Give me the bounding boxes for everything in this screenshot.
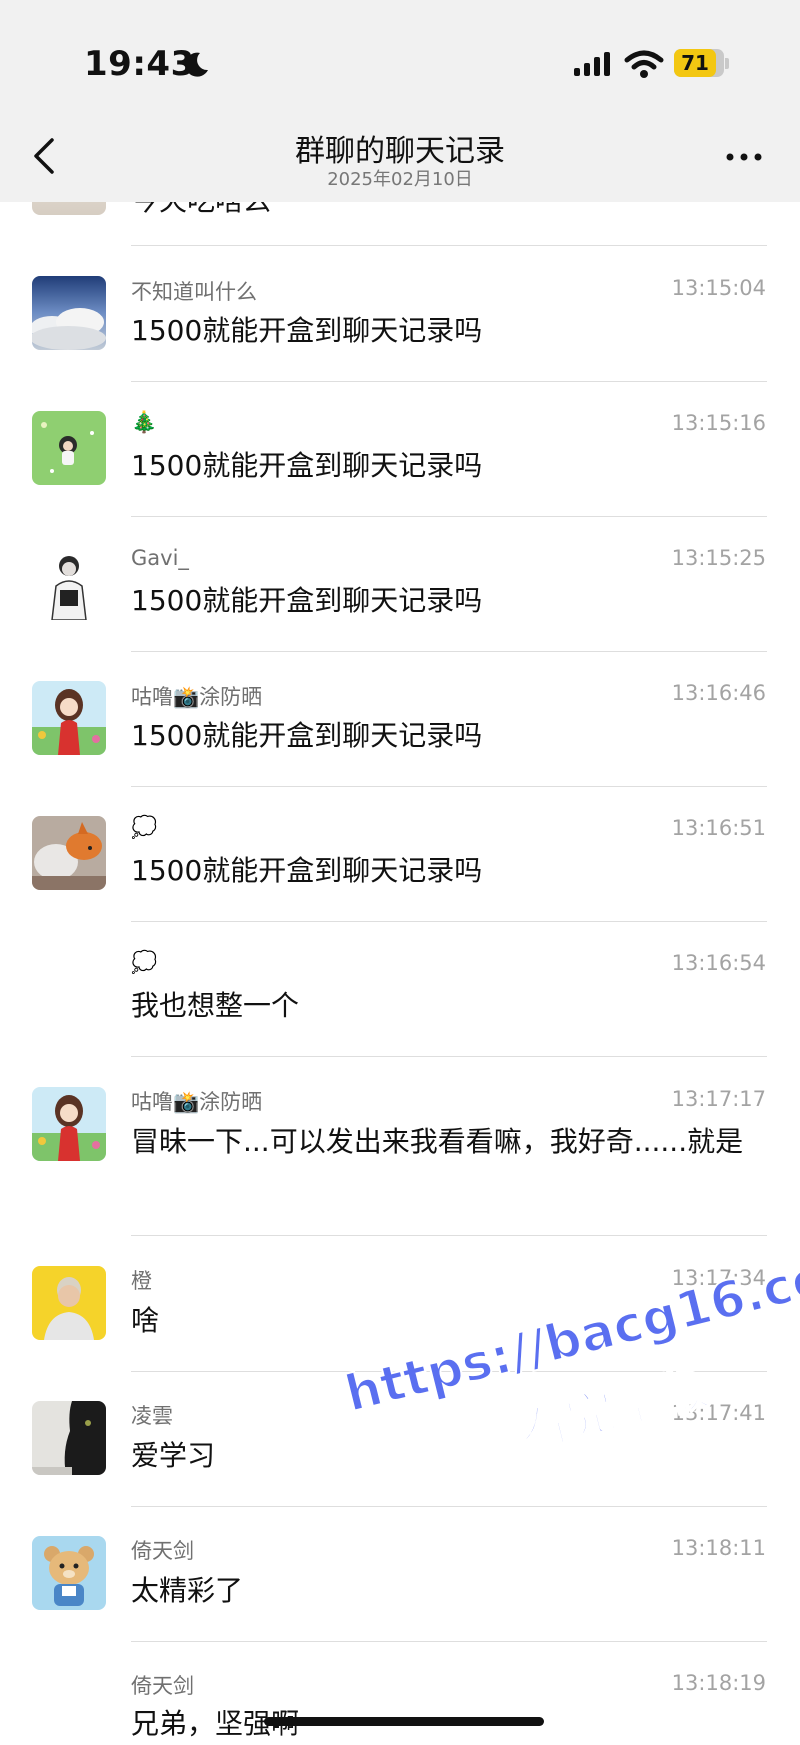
- message-time: 13:18:11: [671, 1536, 766, 1560]
- message-time: 13:15:16: [671, 411, 766, 435]
- divider: [131, 1506, 767, 1507]
- status-time: 19:43: [84, 44, 195, 84]
- divider: [131, 1235, 767, 1236]
- message-text: 1500就能开盒到聊天记录吗: [131, 854, 483, 887]
- avatar-anime-girl[interactable]: [32, 1087, 106, 1161]
- divider: [131, 651, 767, 652]
- battery-indicator: 71: [674, 49, 730, 79]
- more-options-icon[interactable]: [724, 150, 764, 164]
- sender-name: 🎄: [131, 410, 158, 434]
- sender-name: 倚天剑: [131, 1674, 194, 1698]
- sender-name: 凌雲: [131, 1404, 173, 1428]
- divider: [131, 1056, 767, 1057]
- avatar-black-cat[interactable]: [32, 1401, 106, 1475]
- message-text: 冒昧一下...可以发出来我看看嘛，我好奇......就是: [131, 1125, 744, 1158]
- page-date: 2025年02月10日: [327, 169, 473, 190]
- moon-icon: [185, 52, 208, 77]
- avatar-man-portrait[interactable]: [32, 546, 106, 620]
- sender-name: 💭: [131, 815, 158, 839]
- divider: [131, 921, 767, 922]
- sender-name: 橙: [131, 1269, 152, 1293]
- message-time: 13:16:51: [671, 816, 766, 840]
- avatar-clouds[interactable]: [32, 276, 106, 350]
- message-text: 太精彩了: [131, 1574, 244, 1607]
- avatar-anime-girl[interactable]: [32, 681, 106, 755]
- divider: [131, 245, 767, 246]
- sender-name: 咕噜📸涂防晒: [131, 685, 263, 709]
- divider: [131, 381, 767, 382]
- sender-name: Gavi_: [131, 546, 189, 570]
- avatar-dog-cat[interactable]: [32, 816, 106, 890]
- divider: [131, 1641, 767, 1642]
- avatar-girl-meadow[interactable]: [32, 411, 106, 485]
- message-text: 1500就能开盒到聊天记录吗: [131, 719, 483, 752]
- battery-level: 71: [674, 49, 716, 77]
- wifi-icon: [624, 50, 664, 78]
- message-time: 13:16:54: [671, 951, 766, 975]
- divider: [131, 516, 767, 517]
- message-time: 13:16:46: [671, 681, 766, 705]
- message-text: 我也想整一个: [131, 989, 300, 1022]
- message-time: 13:15:04: [671, 276, 766, 300]
- sender-name: 倚天剑: [131, 1539, 194, 1563]
- page-title: 群聊的聊天记录: [295, 134, 505, 169]
- sender-name: 咕噜📸涂防晒: [131, 1090, 263, 1114]
- message-time: 13:15:25: [671, 546, 766, 570]
- message-text: 1500就能开盒到聊天记录吗: [131, 584, 483, 617]
- navigation-header: 19:43 71 群聊的聊天记录 2025年02月10日: [0, 0, 800, 202]
- divider: [131, 786, 767, 787]
- message-text: 1500就能开盒到聊天记录吗: [131, 449, 483, 482]
- message-text: 1500就能开盒到聊天记录吗: [131, 314, 483, 347]
- message-time: 13:18:19: [671, 1671, 766, 1695]
- home-indicator[interactable]: [264, 1717, 544, 1726]
- cellular-signal-icon: [574, 52, 610, 76]
- avatar-yellow-man[interactable]: [32, 1266, 106, 1340]
- message-time: 13:17:17: [671, 1087, 766, 1111]
- sender-name: 不知道叫什么: [131, 280, 257, 304]
- avatar-bear[interactable]: [32, 1536, 106, 1610]
- sender-name: 💭: [131, 950, 158, 974]
